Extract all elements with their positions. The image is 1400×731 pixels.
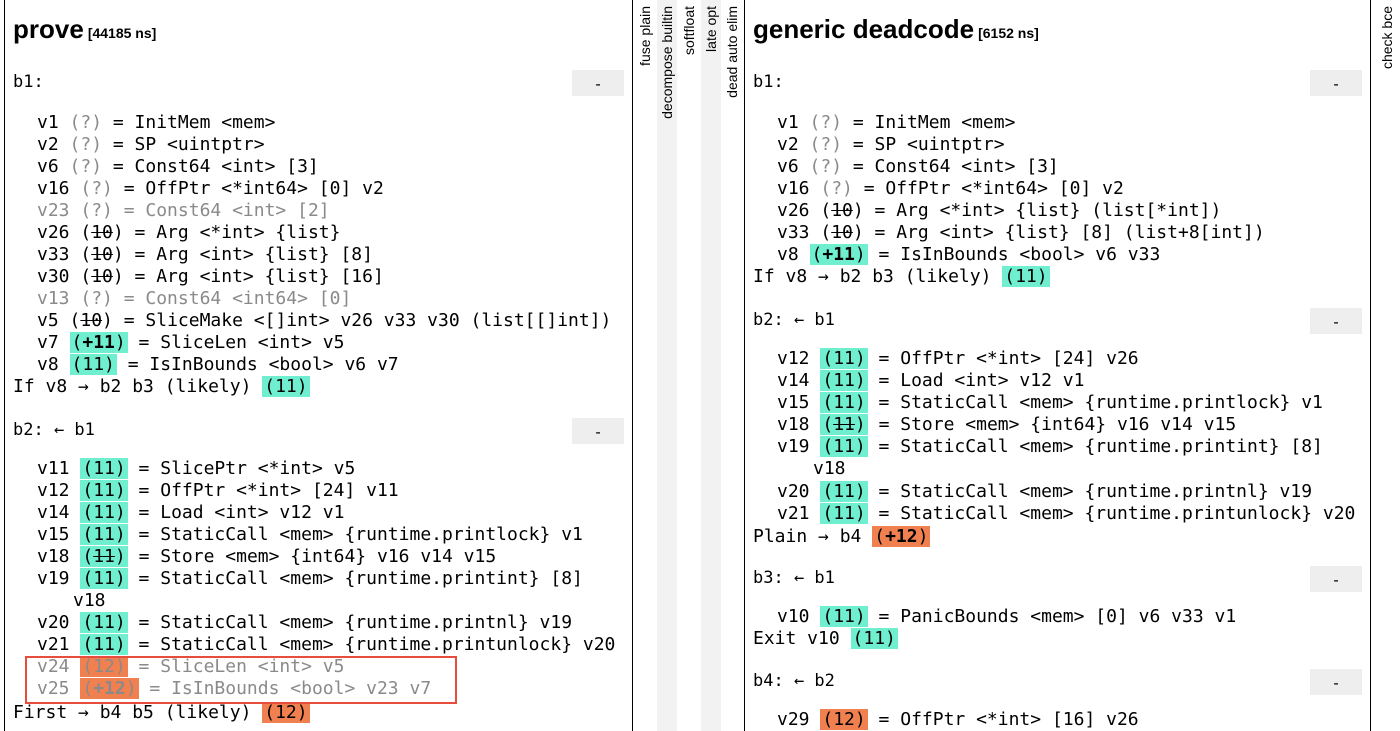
ssa-value-v18[interactable]: v18 (11) = Store <mem> {int64} v16 v14 v… xyxy=(37,546,496,568)
collapsed-pass-softfloat[interactable]: softfloat xyxy=(679,0,699,731)
block-control-b2[interactable]: Plain → b4 (+12) xyxy=(753,526,931,548)
collapsed-pass-check-bce[interactable]: check bce xyxy=(1377,0,1397,731)
ssa-value-v19[interactable]: v19 (11) = StaticCall <mem> {runtime.pri… xyxy=(37,568,583,590)
block-control-b1[interactable]: If v8 → b2 b3 (likely) (11) xyxy=(753,266,1050,288)
collapse-block-b3-button[interactable]: - xyxy=(1310,566,1362,592)
ssa-value-v14[interactable]: v14 (11) = Load <int> v12 v1 xyxy=(777,370,1084,392)
ssa-value-v13[interactable]: v13 (?) = Const64 <int64> [0] xyxy=(37,288,351,310)
pass-time: [6152 ns] xyxy=(978,25,1039,41)
ssa-value-v16[interactable]: v16 (?) = OffPtr <*int64> [0] v2 xyxy=(777,178,1124,200)
ssa-value-v33[interactable]: v33 (10) = Arg <int> {list} [8] xyxy=(37,244,373,266)
ssa-value-v14[interactable]: v14 (11) = Load <int> v12 v1 xyxy=(37,502,344,524)
collapsed-pass-fuse-plain[interactable]: fuse plain xyxy=(635,0,655,731)
ssa-value-v21[interactable]: v21 (11) = StaticCall <mem> {runtime.pri… xyxy=(37,634,615,656)
ssa-value-v8[interactable]: v8 (+11) = IsInBounds <bool> v6 v33 xyxy=(777,244,1160,266)
ssa-value-v26[interactable]: v26 (10) = Arg <*int> {list} xyxy=(37,222,340,244)
collapsed-pass-label: dead auto elim xyxy=(724,6,740,98)
ssa-value-v10[interactable]: v10 (11) = PanicBounds <mem> [0] v6 v33 … xyxy=(777,606,1236,628)
collapse-block-b1-button[interactable]: - xyxy=(1310,70,1362,96)
pass-name: prove xyxy=(13,14,84,44)
panel-title: prove [44185 ns] xyxy=(13,14,156,45)
ssa-value-v5[interactable]: v5 (10) = SliceMake <[]int> v26 v33 v30 … xyxy=(37,310,611,332)
pass-panel-generic-deadcode: generic deadcode [6152 ns] b1: - v1 (?) =… xyxy=(744,0,1371,731)
block-header-b2: b2: ← b1 xyxy=(753,310,835,330)
collapsed-pass-label: late opt xyxy=(703,6,719,52)
ssa-value-v6[interactable]: v6 (?) = Const64 <int> [3] xyxy=(777,156,1059,178)
panel-title: generic deadcode [6152 ns] xyxy=(753,14,1039,45)
block-header-b1: b1: xyxy=(13,72,44,92)
collapsed-pass-label: check bce xyxy=(1379,6,1395,70)
collapse-block-b2-button[interactable]: - xyxy=(572,418,624,444)
ssa-value-v15[interactable]: v15 (11) = StaticCall <mem> {runtime.pri… xyxy=(777,392,1323,414)
collapse-block-b4-button[interactable]: - xyxy=(1310,669,1362,695)
collapse-block-b2-button[interactable]: - xyxy=(1310,308,1362,334)
collapsed-pass-decompose-builtin[interactable]: decompose builtin xyxy=(657,0,677,731)
ssa-value-v7[interactable]: v7 (+11) = SliceLen <int> v5 xyxy=(37,332,344,354)
block-header-b4: b4: ← b2 xyxy=(753,671,835,691)
ssa-value-v15[interactable]: v15 (11) = StaticCall <mem> {runtime.pri… xyxy=(37,524,583,546)
ssa-value-v19-wrap: v18 xyxy=(813,458,846,479)
ssa-value-v2[interactable]: v2 (?) = SP <uintptr> xyxy=(37,134,265,156)
collapsed-pass-dead-auto-elim[interactable]: dead auto elim xyxy=(722,0,742,731)
ssa-value-v1[interactable]: v1 (?) = InitMem <mem> xyxy=(37,112,275,134)
block-header-b1: b1: xyxy=(753,72,784,92)
ssa-value-v11[interactable]: v11 (11) = SlicePtr <*int> v5 xyxy=(37,458,355,480)
collapsed-pass-label: softfloat xyxy=(681,6,697,56)
ssa-value-v23[interactable]: v23 (?) = Const64 <int> [2] xyxy=(37,200,330,222)
ssa-value-v12[interactable]: v12 (11) = OffPtr <*int> [24] v26 xyxy=(777,348,1139,370)
ssa-value-v8[interactable]: v8 (11) = IsInBounds <bool> v6 v7 xyxy=(37,354,399,376)
collapsed-pass-late-opt[interactable]: late opt xyxy=(701,0,721,731)
highlight-annotation-box xyxy=(25,656,457,704)
ssa-value-v21[interactable]: v21 (11) = StaticCall <mem> {runtime.pri… xyxy=(777,503,1355,525)
ssa-value-v20[interactable]: v20 (11) = StaticCall <mem> {runtime.pri… xyxy=(37,612,572,634)
ssa-value-v19-wrap: v18 xyxy=(73,590,106,611)
pass-time: [44185 ns] xyxy=(87,25,157,41)
collapsed-pass-label: fuse plain xyxy=(637,6,653,66)
block-header-b2: b2: ← b1 xyxy=(13,420,95,440)
ssa-value-v6[interactable]: v6 (?) = Const64 <int> [3] xyxy=(37,156,319,178)
ssa-value-v1[interactable]: v1 (?) = InitMem <mem> xyxy=(777,112,1015,134)
block-control-b2[interactable]: First → b4 b5 (likely) (12) xyxy=(13,702,310,724)
block-header-b3: b3: ← b1 xyxy=(753,568,835,588)
pass-panel-prove: prove [44185 ns] b1: - v1 (?) = InitMem <… xyxy=(4,0,633,731)
ssa-value-v33[interactable]: v33 (10) = Arg <int> {list} [8] (list+8[… xyxy=(777,222,1265,244)
ssa-value-v2[interactable]: v2 (?) = SP <uintptr> xyxy=(777,134,1005,156)
collapse-block-b1-button[interactable]: - xyxy=(572,70,624,96)
ssa-value-v30[interactable]: v30 (10) = Arg <int> {list} [16] xyxy=(37,266,384,288)
ssa-value-v20[interactable]: v20 (11) = StaticCall <mem> {runtime.pri… xyxy=(777,481,1312,503)
ssa-value-v19[interactable]: v19 (11) = StaticCall <mem> {runtime.pri… xyxy=(777,436,1323,458)
ssa-value-v18[interactable]: v18 (11) = Store <mem> {int64} v16 v14 v… xyxy=(777,414,1236,436)
ssa-value-v26[interactable]: v26 (10) = Arg <*int> {list} (list[*int]… xyxy=(777,200,1221,222)
ssa-value-v16[interactable]: v16 (?) = OffPtr <*int64> [0] v2 xyxy=(37,178,384,200)
block-control-b3[interactable]: Exit v10 (11) xyxy=(753,628,898,650)
ssa-value-v12[interactable]: v12 (11) = OffPtr <*int> [24] v11 xyxy=(37,480,399,502)
pass-name: generic deadcode xyxy=(753,14,975,44)
block-control-b1[interactable]: If v8 → b2 b3 (likely) (11) xyxy=(13,376,310,398)
ssa-value-v29[interactable]: v29 (12) = OffPtr <*int> [16] v26 xyxy=(777,709,1139,731)
collapsed-pass-label: decompose builtin xyxy=(659,6,675,119)
